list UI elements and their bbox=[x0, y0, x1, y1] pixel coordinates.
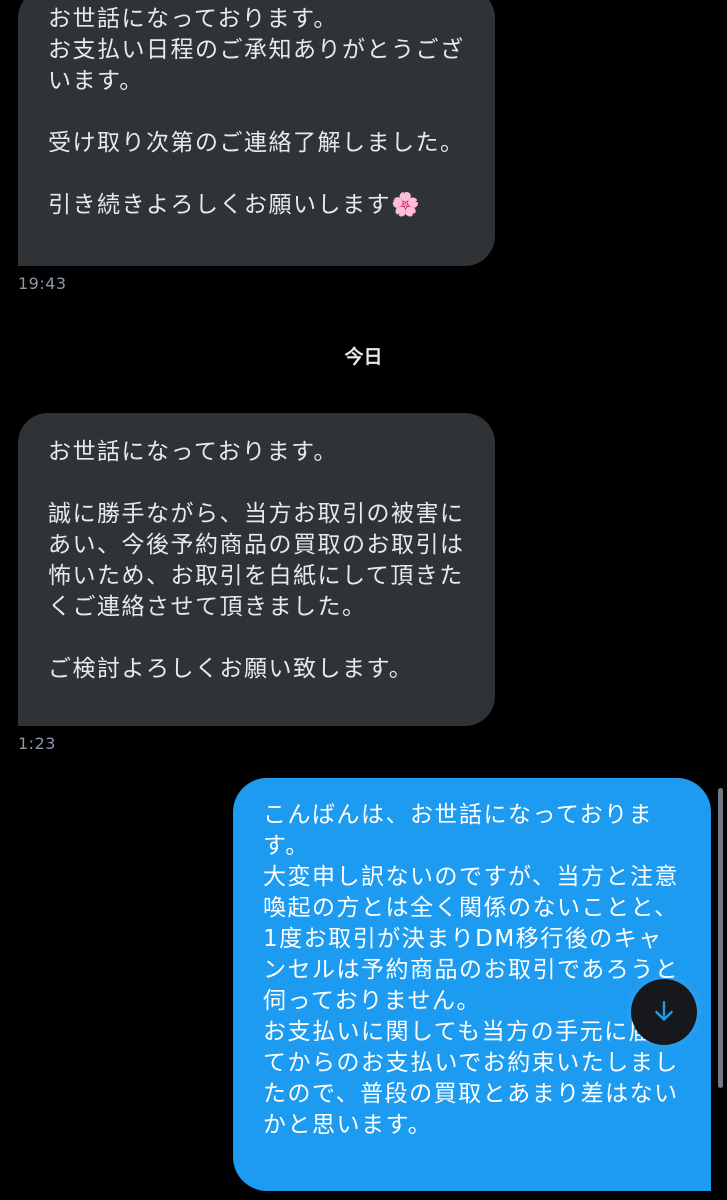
arrow-down-icon bbox=[655, 1001, 673, 1021]
scroll-to-bottom-button[interactable] bbox=[631, 979, 697, 1045]
scrollbar[interactable] bbox=[718, 788, 723, 1088]
message-timestamp: 1:23 bbox=[18, 734, 56, 753]
message-bubble-incoming[interactable]: お世話になっております。 誠に勝手ながら、当方お取引の被害に あい、今後予約商品… bbox=[18, 413, 495, 726]
message-timestamp: 19:43 bbox=[18, 274, 67, 293]
message-bubble-outgoing[interactable]: こんばんは、お世話になっておりま す。 大変申し訳ないのですが、当方と注意 喚起… bbox=[233, 778, 711, 1191]
message-bubble-incoming[interactable]: お世話になっております。 お支払い日程のご承知ありがとうござ います。 受け取り… bbox=[18, 0, 495, 266]
date-divider: 今日 bbox=[344, 346, 383, 368]
